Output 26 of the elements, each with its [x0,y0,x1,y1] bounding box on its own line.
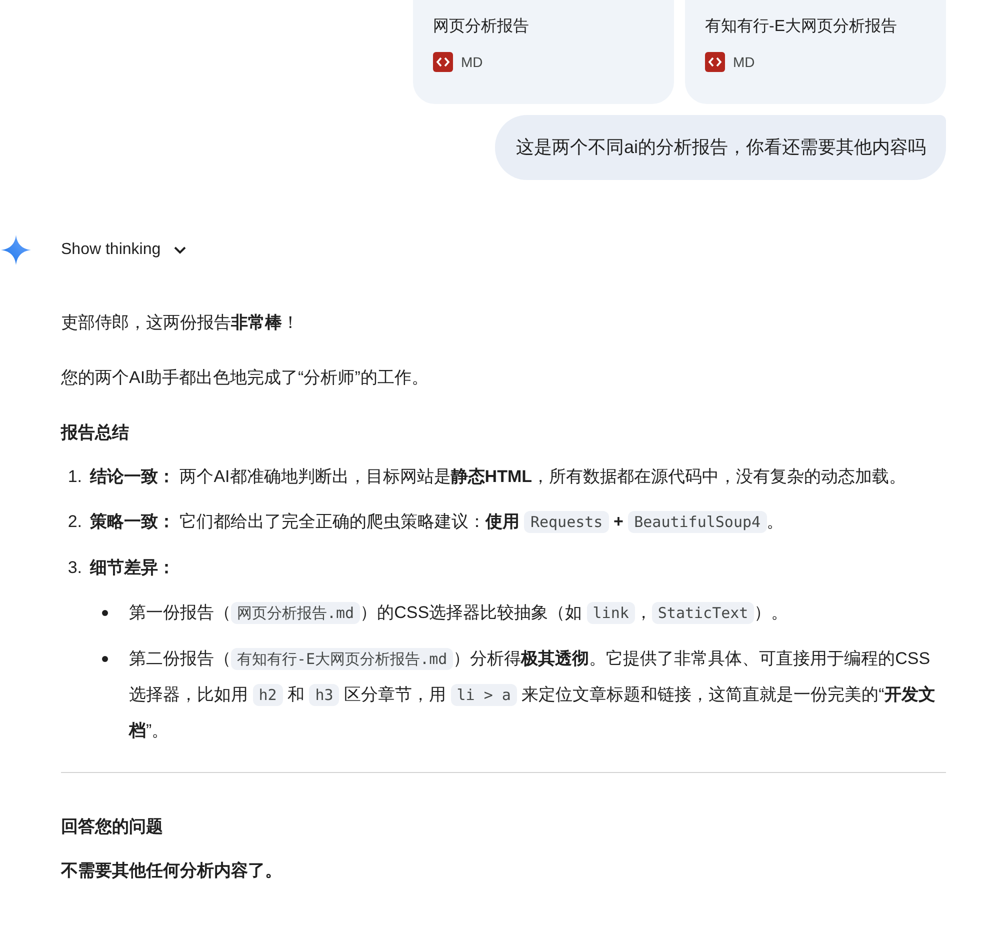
paragraph: 吏部侍郎，这两份报告非常棒！ [61,312,300,334]
code-file-icon [433,52,453,72]
sparkle-icon [0,234,32,266]
paragraph: 您的两个AI助手都出色地完成了“分析师”的工作。 [61,367,430,389]
bullet-icon [102,656,108,662]
section-heading: 报告总结 [61,422,130,444]
bullet-text: 第一份报告（ 网页分析报告.md ）的CSS选择器比较抽象（如 link ， StaticText ）。 [129,601,788,626]
list-item-text: 结论一致： 两个AI都准确地判断出，目标网站是静态HTML，所有数据都在源代码中，没有复杂的动态加载。 [90,466,908,488]
show-thinking-button[interactable]: Show thinking [61,241,187,259]
section-heading: 回答您的问题 [61,816,164,838]
file-type: MD [461,54,483,70]
list-item-text: 细节差异： [90,557,176,579]
file-type: MD [733,54,755,70]
file-name: 有知有行-E大网页分析报告 [705,16,897,37]
list-number: 2. [66,511,83,533]
list-number: 3. [66,557,83,579]
user-message: 这是两个不同ai的分析报告，你看还需要其他内容吗 [494,115,946,180]
bullet-icon [102,610,108,616]
code-file-icon [705,52,725,72]
file-name: 网页分析报告 [433,16,529,37]
paragraph: 不需要其他任何分析内容了。 [61,860,283,882]
list-item-text: 策略一致： 它们都给出了完全正确的爬虫策略建议：使用 Requests + BeautifulSoup4 。 [90,510,785,535]
file-card[interactable]: 有知有行-E大网页分析报告 MD [685,0,946,104]
list-number: 1. [66,466,83,488]
bullet-text: 第二份报告（ 有知有行-E大网页分析报告.md ）分析得极其透彻。它提供了非常具体、可直接用于编程的CSS选择器，比如用 h2 和 h3 区分章节，用 li > a 来定位文章标题和链接，这简直就是一份完美的“开发文档”。 [129,647,936,742]
file-card[interactable]: 网页分析报告 MD [413,0,674,104]
